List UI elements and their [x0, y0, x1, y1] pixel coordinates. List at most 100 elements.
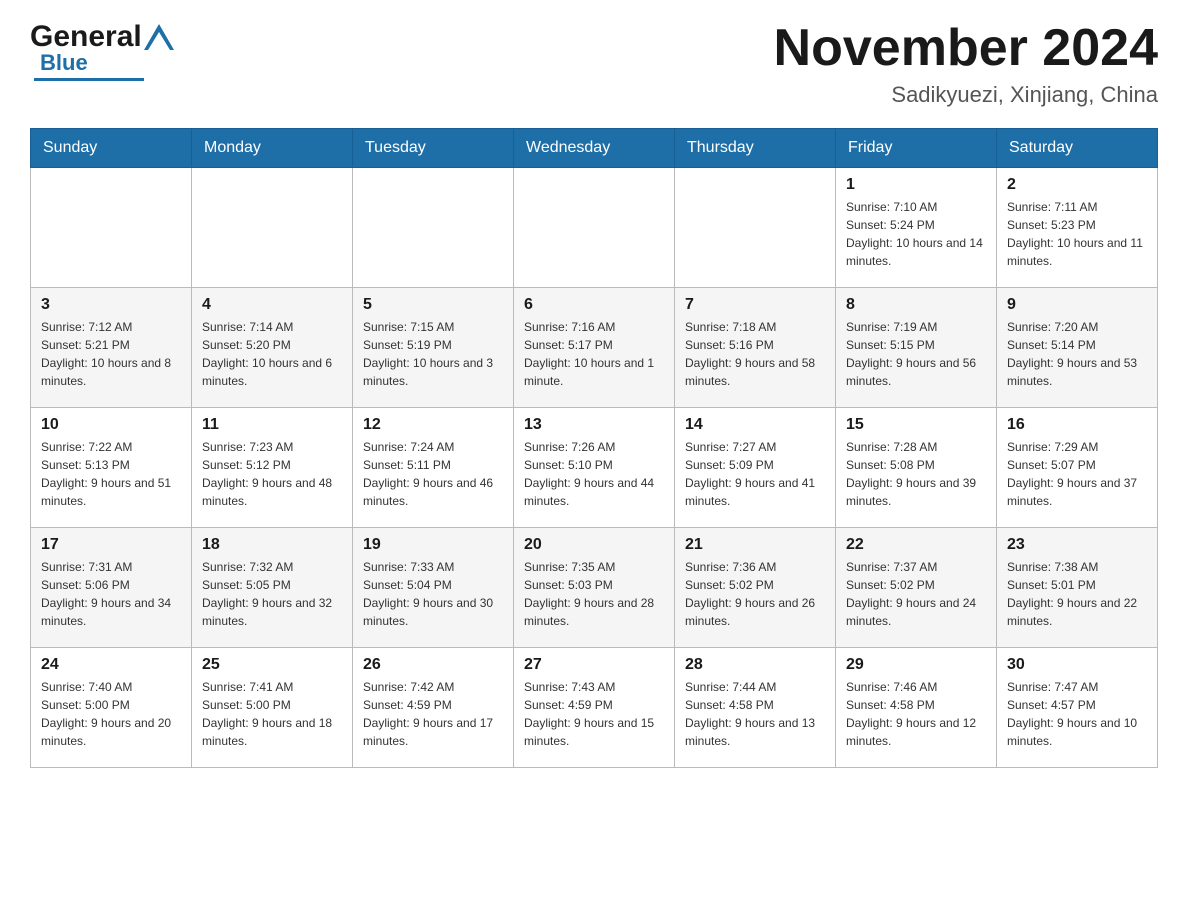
day-info: Sunrise: 7:44 AMSunset: 4:58 PMDaylight:…	[685, 678, 825, 750]
day-number: 8	[846, 296, 986, 314]
header-tuesday: Tuesday	[353, 129, 514, 168]
day-number: 11	[202, 416, 342, 434]
calendar-cell-w1-d1	[192, 168, 353, 288]
day-number: 21	[685, 536, 825, 554]
day-info: Sunrise: 7:19 AMSunset: 5:15 PMDaylight:…	[846, 318, 986, 390]
calendar-cell-w1-d0	[31, 168, 192, 288]
day-info: Sunrise: 7:20 AMSunset: 5:14 PMDaylight:…	[1007, 318, 1147, 390]
calendar-cell-w3-d3: 13 Sunrise: 7:26 AMSunset: 5:10 PMDayligh…	[514, 408, 675, 528]
day-number: 16	[1007, 416, 1147, 434]
day-info: Sunrise: 7:32 AMSunset: 5:05 PMDaylight:…	[202, 558, 342, 630]
calendar-cell-w3-d0: 10Sunrise: 7:22 AMSunset: 5:13 PMDayligh…	[31, 408, 192, 528]
day-number: 28	[685, 656, 825, 674]
day-number: 17	[41, 536, 181, 554]
logo-underline	[34, 78, 144, 81]
day-info: Sunrise: 7:29 AMSunset: 5:07 PMDaylight:…	[1007, 438, 1147, 510]
weekday-header-row: Sunday Monday Tuesday Wednesday Thursday…	[31, 129, 1158, 168]
calendar-cell-w2-d3: 6Sunrise: 7:16 AMSunset: 5:17 PMDaylight…	[514, 288, 675, 408]
calendar-cell-w2-d2: 5 Sunrise: 7:15 AMSunset: 5:19 PMDaylight…	[353, 288, 514, 408]
logo: General Blue	[30, 20, 176, 81]
header-saturday: Saturday	[997, 129, 1158, 168]
day-info: Sunrise: 7:47 AMSunset: 4:57 PMDaylight:…	[1007, 678, 1147, 750]
day-number: 4	[202, 296, 342, 314]
calendar-cell-w1-d4	[675, 168, 836, 288]
calendar-cell-w3-d2: 12 Sunrise: 7:24 AMSunset: 5:11 PMDayligh…	[353, 408, 514, 528]
header-friday: Friday	[836, 129, 997, 168]
calendar-cell-w5-d6: 30 Sunrise: 7:47 AMSunset: 4:57 PMDayligh…	[997, 648, 1158, 768]
logo-general-text: General	[30, 20, 142, 54]
calendar-cell-w3-d1: 11 Sunrise: 7:23 AMSunset: 5:12 PMDayligh…	[192, 408, 353, 528]
calendar-cell-w3-d6: 16 Sunrise: 7:29 AMSunset: 5:07 PMDayligh…	[997, 408, 1158, 528]
calendar-cell-w1-d3	[514, 168, 675, 288]
week-row-5: 24Sunrise: 7:40 AMSunset: 5:00 PMDayligh…	[31, 648, 1158, 768]
calendar-cell-w4-d6: 23 Sunrise: 7:38 AMSunset: 5:01 PMDayligh…	[997, 528, 1158, 648]
day-number: 3	[41, 296, 181, 314]
day-number: 5	[363, 296, 503, 314]
day-info: Sunrise: 7:23 AMSunset: 5:12 PMDaylight:…	[202, 438, 342, 510]
day-number: 24	[41, 656, 181, 674]
day-number: 13	[524, 416, 664, 434]
header-monday: Monday	[192, 129, 353, 168]
day-number: 22	[846, 536, 986, 554]
day-info: Sunrise: 7:43 AMSunset: 4:59 PMDaylight:…	[524, 678, 664, 750]
day-info: Sunrise: 7:37 AMSunset: 5:02 PMDaylight:…	[846, 558, 986, 630]
calendar-cell-w5-d0: 24Sunrise: 7:40 AMSunset: 5:00 PMDayligh…	[31, 648, 192, 768]
day-number: 7	[685, 296, 825, 314]
day-number: 2	[1007, 176, 1147, 194]
calendar-cell-w1-d5: 1 Sunrise: 7:10 AMSunset: 5:24 PMDaylight…	[836, 168, 997, 288]
title-section: November 2024 Sadikyuezi, Xinjiang, Chin…	[774, 20, 1158, 108]
day-number: 1	[846, 176, 986, 194]
day-number: 18	[202, 536, 342, 554]
week-row-3: 10Sunrise: 7:22 AMSunset: 5:13 PMDayligh…	[31, 408, 1158, 528]
day-number: 30	[1007, 656, 1147, 674]
day-info: Sunrise: 7:22 AMSunset: 5:13 PMDaylight:…	[41, 438, 181, 510]
calendar-cell-w5-d5: 29Sunrise: 7:46 AMSunset: 4:58 PMDayligh…	[836, 648, 997, 768]
day-number: 12	[363, 416, 503, 434]
header-thursday: Thursday	[675, 129, 836, 168]
logo-blue-text: Blue	[40, 50, 88, 76]
day-info: Sunrise: 7:11 AMSunset: 5:23 PMDaylight:…	[1007, 198, 1147, 270]
calendar-table: Sunday Monday Tuesday Wednesday Thursday…	[30, 128, 1158, 768]
day-info: Sunrise: 7:38 AMSunset: 5:01 PMDaylight:…	[1007, 558, 1147, 630]
calendar-cell-w2-d6: 9Sunrise: 7:20 AMSunset: 5:14 PMDaylight…	[997, 288, 1158, 408]
logo-triangle-icon	[144, 24, 174, 50]
header-sunday: Sunday	[31, 129, 192, 168]
page-header: General Blue November 2024 Sadikyuezi, X…	[30, 20, 1158, 108]
calendar-cell-w2-d0: 3 Sunrise: 7:12 AMSunset: 5:21 PMDaylight…	[31, 288, 192, 408]
day-info: Sunrise: 7:15 AMSunset: 5:19 PMDaylight:…	[363, 318, 503, 390]
calendar-cell-w4-d5: 22 Sunrise: 7:37 AMSunset: 5:02 PMDayligh…	[836, 528, 997, 648]
calendar-title: November 2024	[774, 20, 1158, 77]
calendar-cell-w2-d4: 7 Sunrise: 7:18 AMSunset: 5:16 PMDaylight…	[675, 288, 836, 408]
calendar-cell-w1-d2	[353, 168, 514, 288]
calendar-cell-w1-d6: 2 Sunrise: 7:11 AMSunset: 5:23 PMDaylight…	[997, 168, 1158, 288]
calendar-cell-w4-d3: 20Sunrise: 7:35 AMSunset: 5:03 PMDayligh…	[514, 528, 675, 648]
day-info: Sunrise: 7:36 AMSunset: 5:02 PMDaylight:…	[685, 558, 825, 630]
calendar-cell-w2-d5: 8 Sunrise: 7:19 AMSunset: 5:15 PMDaylight…	[836, 288, 997, 408]
calendar-cell-w4-d1: 18 Sunrise: 7:32 AMSunset: 5:05 PMDayligh…	[192, 528, 353, 648]
week-row-4: 17 Sunrise: 7:31 AMSunset: 5:06 PMDayligh…	[31, 528, 1158, 648]
day-number: 23	[1007, 536, 1147, 554]
calendar-subtitle: Sadikyuezi, Xinjiang, China	[774, 82, 1158, 108]
day-info: Sunrise: 7:12 AMSunset: 5:21 PMDaylight:…	[41, 318, 181, 390]
day-number: 14	[685, 416, 825, 434]
day-info: Sunrise: 7:33 AMSunset: 5:04 PMDaylight:…	[363, 558, 503, 630]
day-info: Sunrise: 7:16 AMSunset: 5:17 PMDaylight:…	[524, 318, 664, 390]
day-info: Sunrise: 7:10 AMSunset: 5:24 PMDaylight:…	[846, 198, 986, 270]
day-info: Sunrise: 7:18 AMSunset: 5:16 PMDaylight:…	[685, 318, 825, 390]
day-number: 27	[524, 656, 664, 674]
day-info: Sunrise: 7:31 AMSunset: 5:06 PMDaylight:…	[41, 558, 181, 630]
day-info: Sunrise: 7:26 AMSunset: 5:10 PMDaylight:…	[524, 438, 664, 510]
calendar-cell-w3-d5: 15Sunrise: 7:28 AMSunset: 5:08 PMDayligh…	[836, 408, 997, 528]
calendar-cell-w5-d3: 27 Sunrise: 7:43 AMSunset: 4:59 PMDayligh…	[514, 648, 675, 768]
day-info: Sunrise: 7:14 AMSunset: 5:20 PMDaylight:…	[202, 318, 342, 390]
calendar-cell-w4-d4: 21 Sunrise: 7:36 AMSunset: 5:02 PMDayligh…	[675, 528, 836, 648]
day-number: 19	[363, 536, 503, 554]
day-number: 26	[363, 656, 503, 674]
day-info: Sunrise: 7:46 AMSunset: 4:58 PMDaylight:…	[846, 678, 986, 750]
day-info: Sunrise: 7:28 AMSunset: 5:08 PMDaylight:…	[846, 438, 986, 510]
day-number: 25	[202, 656, 342, 674]
calendar-cell-w4-d2: 19 Sunrise: 7:33 AMSunset: 5:04 PMDayligh…	[353, 528, 514, 648]
calendar-cell-w5-d1: 25Sunrise: 7:41 AMSunset: 5:00 PMDayligh…	[192, 648, 353, 768]
day-info: Sunrise: 7:24 AMSunset: 5:11 PMDaylight:…	[363, 438, 503, 510]
day-number: 20	[524, 536, 664, 554]
